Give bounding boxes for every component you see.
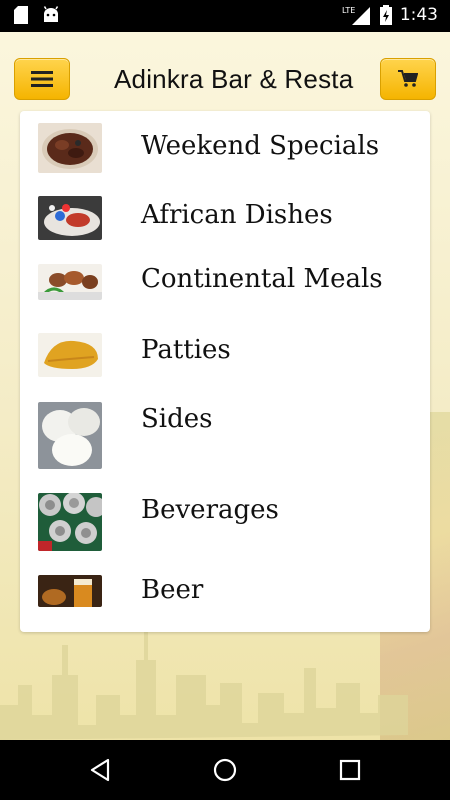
category-item-continental-meals[interactable]: Continental Meals	[38, 264, 418, 300]
recents-square-icon[interactable]	[336, 756, 364, 784]
lte-signal-icon: LTE	[342, 6, 370, 25]
category-item-beer[interactable]: Beer	[38, 575, 418, 607]
category-list: Weekend Specials African Dishes Continen…	[20, 111, 430, 632]
status-time: 1:43	[399, 5, 438, 25]
category-item-african-dishes[interactable]: African Dishes	[38, 196, 418, 240]
sd-card-icon	[14, 6, 28, 24]
app-title: Adinkra Bar & Restaurant	[114, 64, 354, 94]
battery-charging-icon	[379, 5, 392, 25]
back-triangle-icon[interactable]	[86, 756, 114, 784]
shopping-cart-icon	[398, 70, 418, 87]
weekend-specials-thumbnail	[38, 123, 102, 173]
sides-thumbnail	[38, 402, 102, 469]
category-label: Beer	[141, 575, 204, 605]
category-item-beverages[interactable]: Beverages	[38, 493, 418, 551]
category-item-patties[interactable]: Patties	[38, 333, 418, 377]
menu-button[interactable]	[14, 58, 70, 100]
category-label: Weekend Specials	[141, 131, 380, 161]
app-bar: Adinkra Bar & Restaurant	[0, 45, 450, 113]
category-item-weekend-specials[interactable]: Weekend Specials	[38, 123, 418, 173]
african-dishes-thumbnail	[38, 196, 102, 240]
hamburger-menu-icon	[31, 71, 53, 87]
status-bar: LTE 1:43	[0, 0, 450, 32]
category-label: Beverages	[141, 495, 279, 525]
svg-text:LTE: LTE	[342, 6, 355, 15]
beverages-thumbnail	[38, 493, 102, 551]
patties-thumbnail	[38, 333, 102, 377]
continental-meals-thumbnail	[38, 264, 102, 300]
category-label: African Dishes	[141, 200, 333, 230]
cart-button[interactable]	[380, 58, 436, 100]
category-item-sides[interactable]: Sides	[38, 402, 418, 469]
home-circle-icon[interactable]	[211, 756, 239, 784]
system-nav-bar	[0, 740, 450, 800]
category-label: Sides	[141, 404, 213, 434]
android-icon	[43, 6, 59, 22]
category-label: Patties	[141, 335, 231, 365]
beer-thumbnail	[38, 575, 102, 607]
category-label: Continental Meals	[141, 264, 383, 294]
